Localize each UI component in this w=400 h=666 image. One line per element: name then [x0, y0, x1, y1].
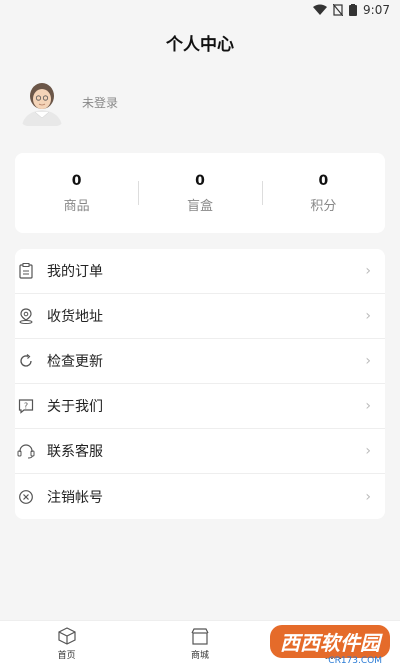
menu-item-address[interactable]: 收货地址 › [15, 294, 385, 339]
menu-item-check-update[interactable]: 检查更新 › [15, 339, 385, 384]
watermark-url: CR173.COM [328, 656, 382, 666]
watermark-logo: 西西软件园 [270, 625, 390, 658]
page-title: 个人中心 [166, 35, 234, 55]
menu-item-orders[interactable]: 我的订单 › [15, 249, 385, 294]
chevron-right-icon: › [365, 353, 371, 369]
menu-label: 我的订单 [47, 264, 103, 280]
avatar[interactable] [20, 78, 64, 126]
menu-label: 收货地址 [47, 309, 103, 325]
shop-icon [191, 628, 209, 645]
menu-item-customer-service[interactable]: 联系客服 › [15, 429, 385, 474]
menu-label: 检查更新 [47, 354, 103, 370]
box-icon [58, 627, 76, 645]
close-circle-icon [17, 488, 35, 506]
status-time: 9:07 [363, 3, 390, 17]
no-sim-icon [333, 4, 344, 16]
stat-points[interactable]: 0 积分 [261, 172, 385, 214]
location-pin-icon [17, 307, 35, 325]
menu-item-about-us[interactable]: ? 关于我们 › [15, 384, 385, 429]
refresh-icon [17, 352, 35, 370]
headset-icon [17, 442, 35, 460]
stat-blind-box[interactable]: 0 盲盒 [138, 173, 261, 214]
question-icon: ? [17, 397, 35, 415]
stat-products[interactable]: 0 商品 [15, 173, 138, 214]
tab-label: 商城 [190, 651, 209, 661]
battery-icon [349, 4, 358, 16]
stat-value: 0 [71, 172, 82, 189]
login-status[interactable]: 未登录 [82, 94, 118, 111]
order-list-icon [17, 262, 35, 280]
wifi-icon [313, 4, 328, 15]
stat-label: 积分 [310, 198, 337, 214]
chevron-right-icon: › [365, 488, 371, 505]
menu-item-delete-account[interactable]: 注销帐号 › [15, 474, 385, 519]
menu-label: 联系客服 [47, 444, 103, 460]
menu-label: 注销帐号 [47, 489, 103, 506]
status-bar: 9:07 [0, 0, 400, 20]
stat-label: 盲盒 [186, 198, 213, 214]
tab-shop[interactable]: 商城 [133, 621, 266, 666]
tab-label: 首页 [57, 651, 76, 661]
menu-list: 我的订单 › 收货地址 › 检查更新 › ? 关于我们 › 联系客服 › 注销帐… [15, 249, 385, 519]
svg-text:?: ? [24, 402, 28, 411]
stats-card: 0 商品 0 盲盒 0 积分 [15, 153, 385, 233]
tab-home[interactable]: 首页 [0, 621, 133, 666]
chevron-right-icon: › [365, 263, 371, 279]
menu-label: 关于我们 [47, 399, 103, 415]
chevron-right-icon: › [365, 308, 371, 324]
watermark: 西西软件园 [270, 625, 390, 658]
stat-value: 0 [195, 172, 205, 189]
stat-value: 0 [318, 172, 329, 189]
chevron-right-icon: › [365, 443, 371, 459]
chevron-right-icon: › [365, 398, 371, 414]
profile-section[interactable]: 未登录 [20, 78, 118, 126]
stat-label: 商品 [63, 198, 90, 214]
